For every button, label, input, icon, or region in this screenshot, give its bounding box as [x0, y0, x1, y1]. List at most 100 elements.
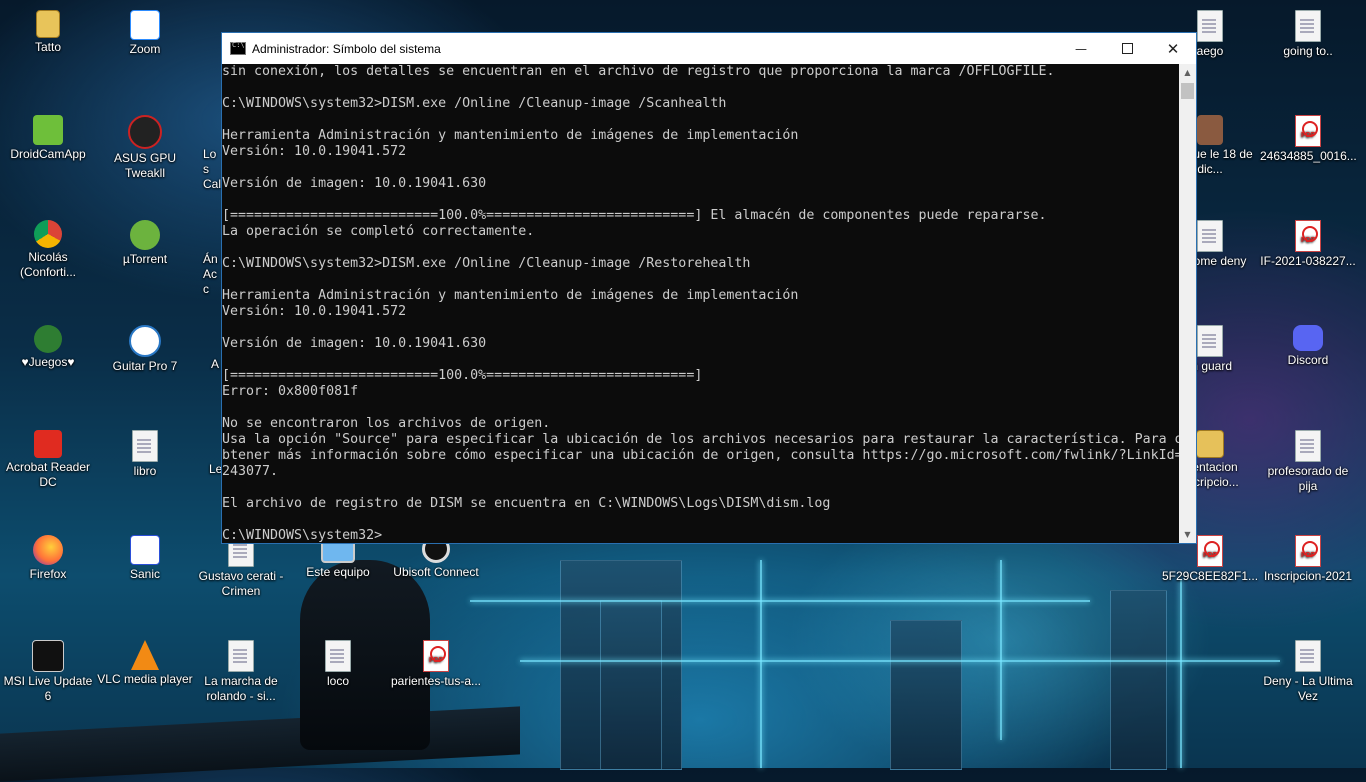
console-line: Versión de imagen: 10.0.19041.630 [222, 176, 487, 191]
pdf-icon [1295, 535, 1321, 567]
console-line: sin conexión, los detalles se encuentran… [222, 64, 1055, 79]
desktop-icon-label: Nicolás (Conforti... [19, 250, 76, 279]
console-line: btener más información sobre cómo especi… [222, 448, 1179, 463]
chrome-icon [34, 220, 62, 248]
desktop-icon-deny-la-ultima-vez[interactable]: Deny - La Ultima Vez [1260, 640, 1356, 704]
desktop-icon-label: 5F29C8EE82F1... [1162, 569, 1259, 583]
desktop-icon-loco[interactable]: loco [290, 640, 386, 689]
command-prompt-icon [230, 41, 246, 55]
pdf-icon [1295, 115, 1321, 147]
msi-icon [32, 640, 64, 672]
desktop-icon-msi-live-update[interactable]: MSI Live Update 6 [0, 640, 96, 704]
desktop-icon-partial[interactable]: A [180, 325, 220, 372]
desktop-icon-partial[interactable]: Án Acc [180, 220, 220, 297]
desktop-icon-profesorado[interactable]: profesorado de pija [1260, 430, 1356, 494]
desktop-icon-label: parientes-tus-a... [390, 674, 482, 688]
desktop-icon-pdf-24634885[interactable]: 24634885_0016... [1260, 115, 1357, 164]
desktop-icon-pdf-if-2021[interactable]: IF-2021-038227... [1260, 220, 1356, 269]
desktop-icon-acrobat[interactable]: Acrobat Reader DC [0, 430, 96, 490]
desktop-icon-libro[interactable]: libro [97, 430, 193, 479]
desktop-icon-juegos[interactable]: ♥Juegos♥ [0, 325, 96, 370]
desktop-icon-tatto[interactable]: Tatto [0, 10, 96, 55]
firefox-icon [33, 535, 63, 565]
hidden-icon [185, 325, 215, 355]
desktop-icon-droidcamapp[interactable]: DroidCamApp [0, 115, 96, 162]
desktop-icon-label: Firefox [29, 567, 67, 581]
wallpaper-neon-line [470, 600, 1090, 602]
console-line: [==========================100.0%=======… [222, 208, 1047, 223]
desktop-icon-label: Los Cal [203, 147, 222, 191]
desktop-icon-label: Sanic [129, 567, 161, 581]
desktop-icon-label: profesorado de pija [1267, 464, 1349, 493]
sanic-icon [130, 535, 160, 565]
desktop-icon-label: MSI Live Update 6 [3, 674, 93, 703]
window-title: Administrador: Símbolo del sistema [252, 41, 441, 56]
desktop-icon-label: Ubisoft Connect [393, 565, 479, 579]
desktop-icon-label: 24634885_0016... [1260, 149, 1357, 163]
desktop-icon-inscripcion-2021[interactable]: Inscripcion-2021 [1260, 535, 1356, 584]
hidden-icon [185, 430, 215, 460]
console-line: [==========================100.0%=======… [222, 368, 703, 383]
maximize-button[interactable] [1104, 33, 1150, 64]
asus-gpu-tweak-icon [128, 115, 162, 149]
document-icon [1295, 10, 1321, 42]
desktop-icon-label: La marcha de rolando - si... [204, 674, 278, 703]
desktop-icon-label: Zoom [129, 42, 161, 56]
desktop-icon-label: Acrobat Reader DC [5, 460, 91, 489]
pdf-icon [423, 640, 449, 672]
desktop-icon-label: Inscripcion-2021 [1263, 569, 1353, 583]
console-line: Versión de imagen: 10.0.19041.630 [222, 336, 487, 351]
command-prompt-window[interactable]: Administrador: Símbolo del sistema — ✕ s… [221, 32, 1197, 544]
vertical-scrollbar[interactable]: ▲ ▼ [1179, 64, 1196, 543]
desktop-icon-label: libro [133, 464, 157, 478]
desktop-icon-parientes[interactable]: parientes-tus-a... [388, 640, 484, 689]
desktop-icon-gustavo-cerati[interactable]: Gustavo cerati - Crimen [193, 535, 289, 599]
desktop-icon-partial[interactable]: Le [180, 430, 222, 477]
wallpaper-building [1110, 590, 1167, 770]
desktop-icon-firefox[interactable]: Firefox [0, 535, 96, 582]
console-line: La operación se completó correctamente. [222, 224, 535, 239]
minimize-button[interactable]: — [1058, 33, 1104, 64]
wallpaper-neon-line [760, 560, 762, 768]
document-icon [1197, 10, 1223, 42]
desktop-icon-zoom[interactable]: Zoom [97, 10, 193, 57]
desktop-icon-la-marcha[interactable]: La marcha de rolando - si... [193, 640, 289, 704]
folder-icon [1196, 430, 1224, 458]
desktop-icon-sanic[interactable]: Sanic [97, 535, 193, 582]
hidden-icon [185, 115, 215, 145]
wallpaper-neon-line [1000, 560, 1002, 740]
desktop-icon-asus-gpu-tweak[interactable]: ASUS GPU Tweakll [97, 115, 193, 181]
window-titlebar[interactable]: Administrador: Símbolo del sistema — ✕ [222, 33, 1196, 64]
desktop-icon-label: DroidCamApp [10, 147, 86, 161]
wallpaper-building [890, 620, 962, 770]
document-icon [325, 640, 351, 672]
desktop-icon-guitar-pro[interactable]: Guitar Pro 7 [97, 325, 193, 374]
scrollbar-thumb[interactable] [1181, 83, 1194, 99]
wallpaper-neon-line [1180, 580, 1182, 768]
console-output[interactable]: sin conexión, los detalles se encuentran… [222, 64, 1179, 543]
desktop-icon-label: Án Acc [203, 252, 218, 296]
desktop-icon-partial[interactable]: Los Cal [180, 115, 222, 192]
desktop-icon-label: Discord [1287, 353, 1329, 367]
scroll-down-icon[interactable]: ▼ [1179, 526, 1196, 543]
console-line: Herramienta Administración y mantenimien… [222, 288, 799, 303]
desktop-icon-vlc[interactable]: VLC media player [97, 640, 193, 687]
close-button[interactable]: ✕ [1150, 33, 1196, 64]
wallpaper-ledge [0, 706, 520, 782]
desktop-icon-going-to[interactable]: going to.. [1260, 10, 1356, 59]
desktop-icon-label: Guitar Pro 7 [112, 359, 178, 373]
close-icon: ✕ [1166, 39, 1180, 58]
desktop-icon-label: going to.. [1283, 44, 1333, 58]
desktop-icon-nicolas[interactable]: Nicolás (Conforti... [0, 220, 96, 280]
desktop-icon-discord[interactable]: Discord [1260, 325, 1356, 368]
desktop-icon-utorrent[interactable]: µTorrent [97, 220, 193, 267]
console-line: No se encontraron los archivos de origen… [222, 416, 551, 431]
scroll-up-icon[interactable]: ▲ [1179, 64, 1196, 81]
desktop-icon-label: Deny - La Ultima Vez [1263, 674, 1353, 703]
